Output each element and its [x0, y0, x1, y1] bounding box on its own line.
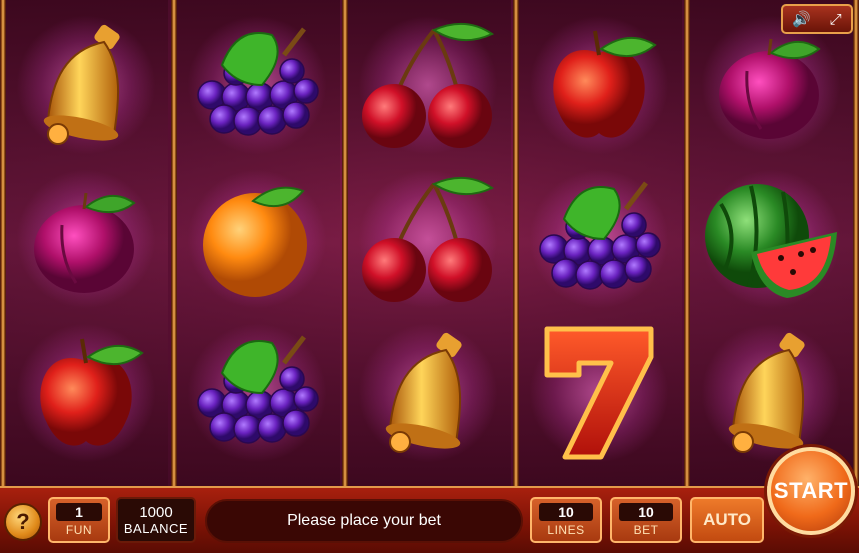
lines-selector[interactable]: 10 LINES [530, 497, 602, 543]
symbol-grapes-icon [524, 164, 674, 314]
lines-label: LINES [547, 523, 585, 537]
balance-label: BALANCE [123, 521, 189, 536]
lines-value: 10 [538, 503, 594, 521]
bet-value: 10 [618, 503, 674, 521]
symbol-seven-icon [524, 318, 674, 468]
reel-divider [684, 0, 690, 486]
reel-divider [853, 0, 859, 486]
start-button[interactable]: START [767, 447, 855, 535]
auto-button[interactable]: AUTO [690, 497, 764, 543]
bet-selector[interactable]: 10 BET [610, 497, 682, 543]
balance-value: 1000 [139, 504, 173, 521]
symbol-apple-icon [524, 10, 674, 160]
symbol-plum-icon [11, 164, 161, 314]
reel-divider [342, 0, 348, 486]
symbol-bell-icon [696, 318, 846, 468]
symbol-orange-icon [182, 164, 332, 314]
speaker-icon[interactable]: 🔊 [792, 10, 811, 28]
top-controls: 🔊 ⤢ [781, 4, 853, 34]
fun-box[interactable]: 1 FUN [48, 497, 110, 543]
balance-box: 1000 BALANCE [116, 497, 196, 543]
symbol-cherry-icon [353, 10, 503, 160]
fullscreen-icon[interactable]: ⤢ [830, 11, 842, 28]
status-message: Please place your bet [205, 499, 523, 543]
fun-value: 1 [55, 503, 103, 521]
reel-divider [0, 0, 6, 486]
slot-reels-area: 🔊 ⤢ [0, 0, 859, 486]
reel-divider [513, 0, 519, 486]
symbol-apple-icon [11, 318, 161, 468]
symbol-watermelon-icon [696, 164, 846, 314]
symbol-grapes-icon [182, 318, 332, 468]
symbol-bell-icon [11, 10, 161, 160]
fun-label: FUN [65, 523, 93, 537]
symbol-bell-icon [353, 318, 503, 468]
symbol-grapes-icon [182, 10, 332, 160]
bet-label: BET [633, 523, 659, 537]
symbol-cherry-icon [353, 164, 503, 314]
help-button[interactable]: ? [4, 503, 42, 541]
reel-divider [171, 0, 177, 486]
